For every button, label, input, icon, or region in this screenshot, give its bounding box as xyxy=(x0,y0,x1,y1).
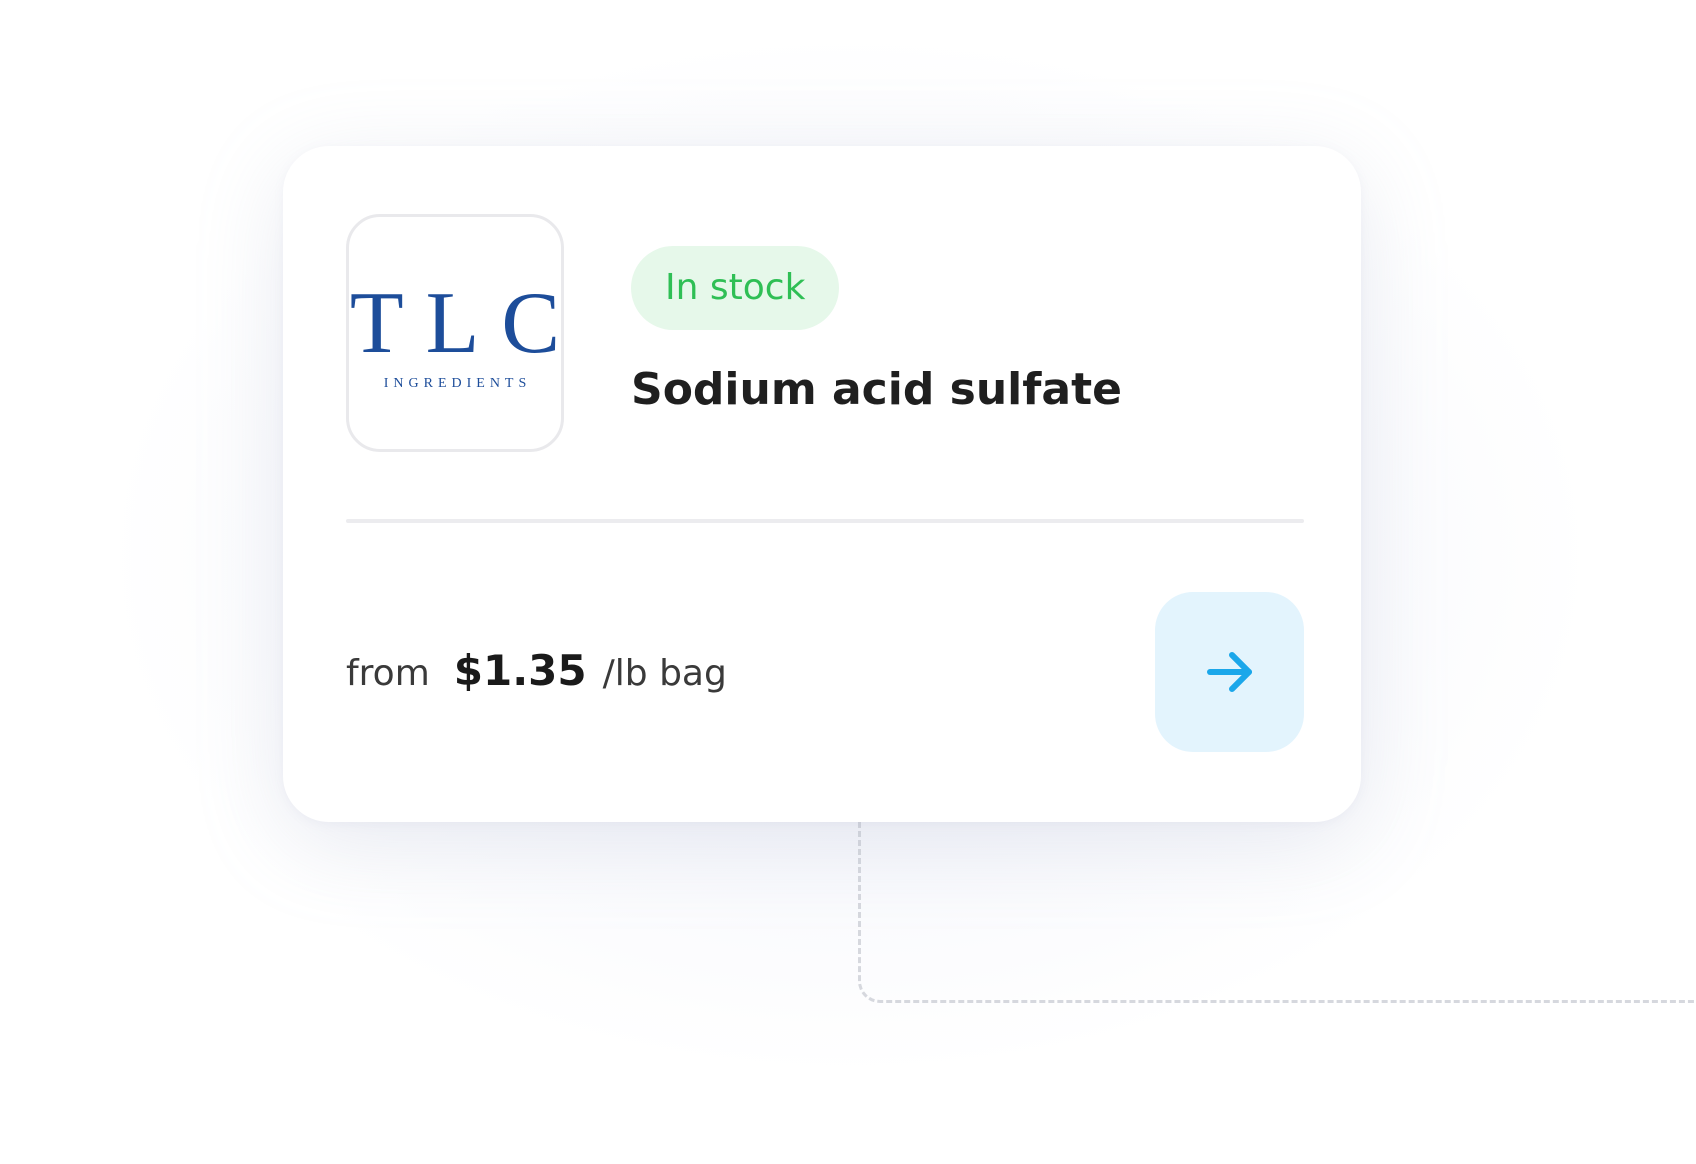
supplier-logo-sub-text: INGREDIENTS xyxy=(383,376,532,391)
product-card[interactable]: TLC INGREDIENTS In stock Sodium acid sul… xyxy=(283,146,1361,822)
stock-status-badge: In stock xyxy=(631,246,840,330)
dashed-connector-line xyxy=(858,818,1696,1003)
arrow-right-icon xyxy=(1206,652,1252,692)
card-divider xyxy=(346,519,1304,523)
product-name: Sodium acid sulfate xyxy=(631,364,1122,415)
price-amount: $1.35 xyxy=(453,646,587,695)
view-product-button[interactable] xyxy=(1155,592,1304,752)
price-unit: /lb bag xyxy=(602,653,727,694)
price-row: from $1.35 /lb bag xyxy=(346,646,727,695)
supplier-logo-main-text: TLC xyxy=(349,275,583,372)
supplier-logo: TLC INGREDIENTS xyxy=(346,214,564,452)
price-prefix: from xyxy=(346,653,430,694)
